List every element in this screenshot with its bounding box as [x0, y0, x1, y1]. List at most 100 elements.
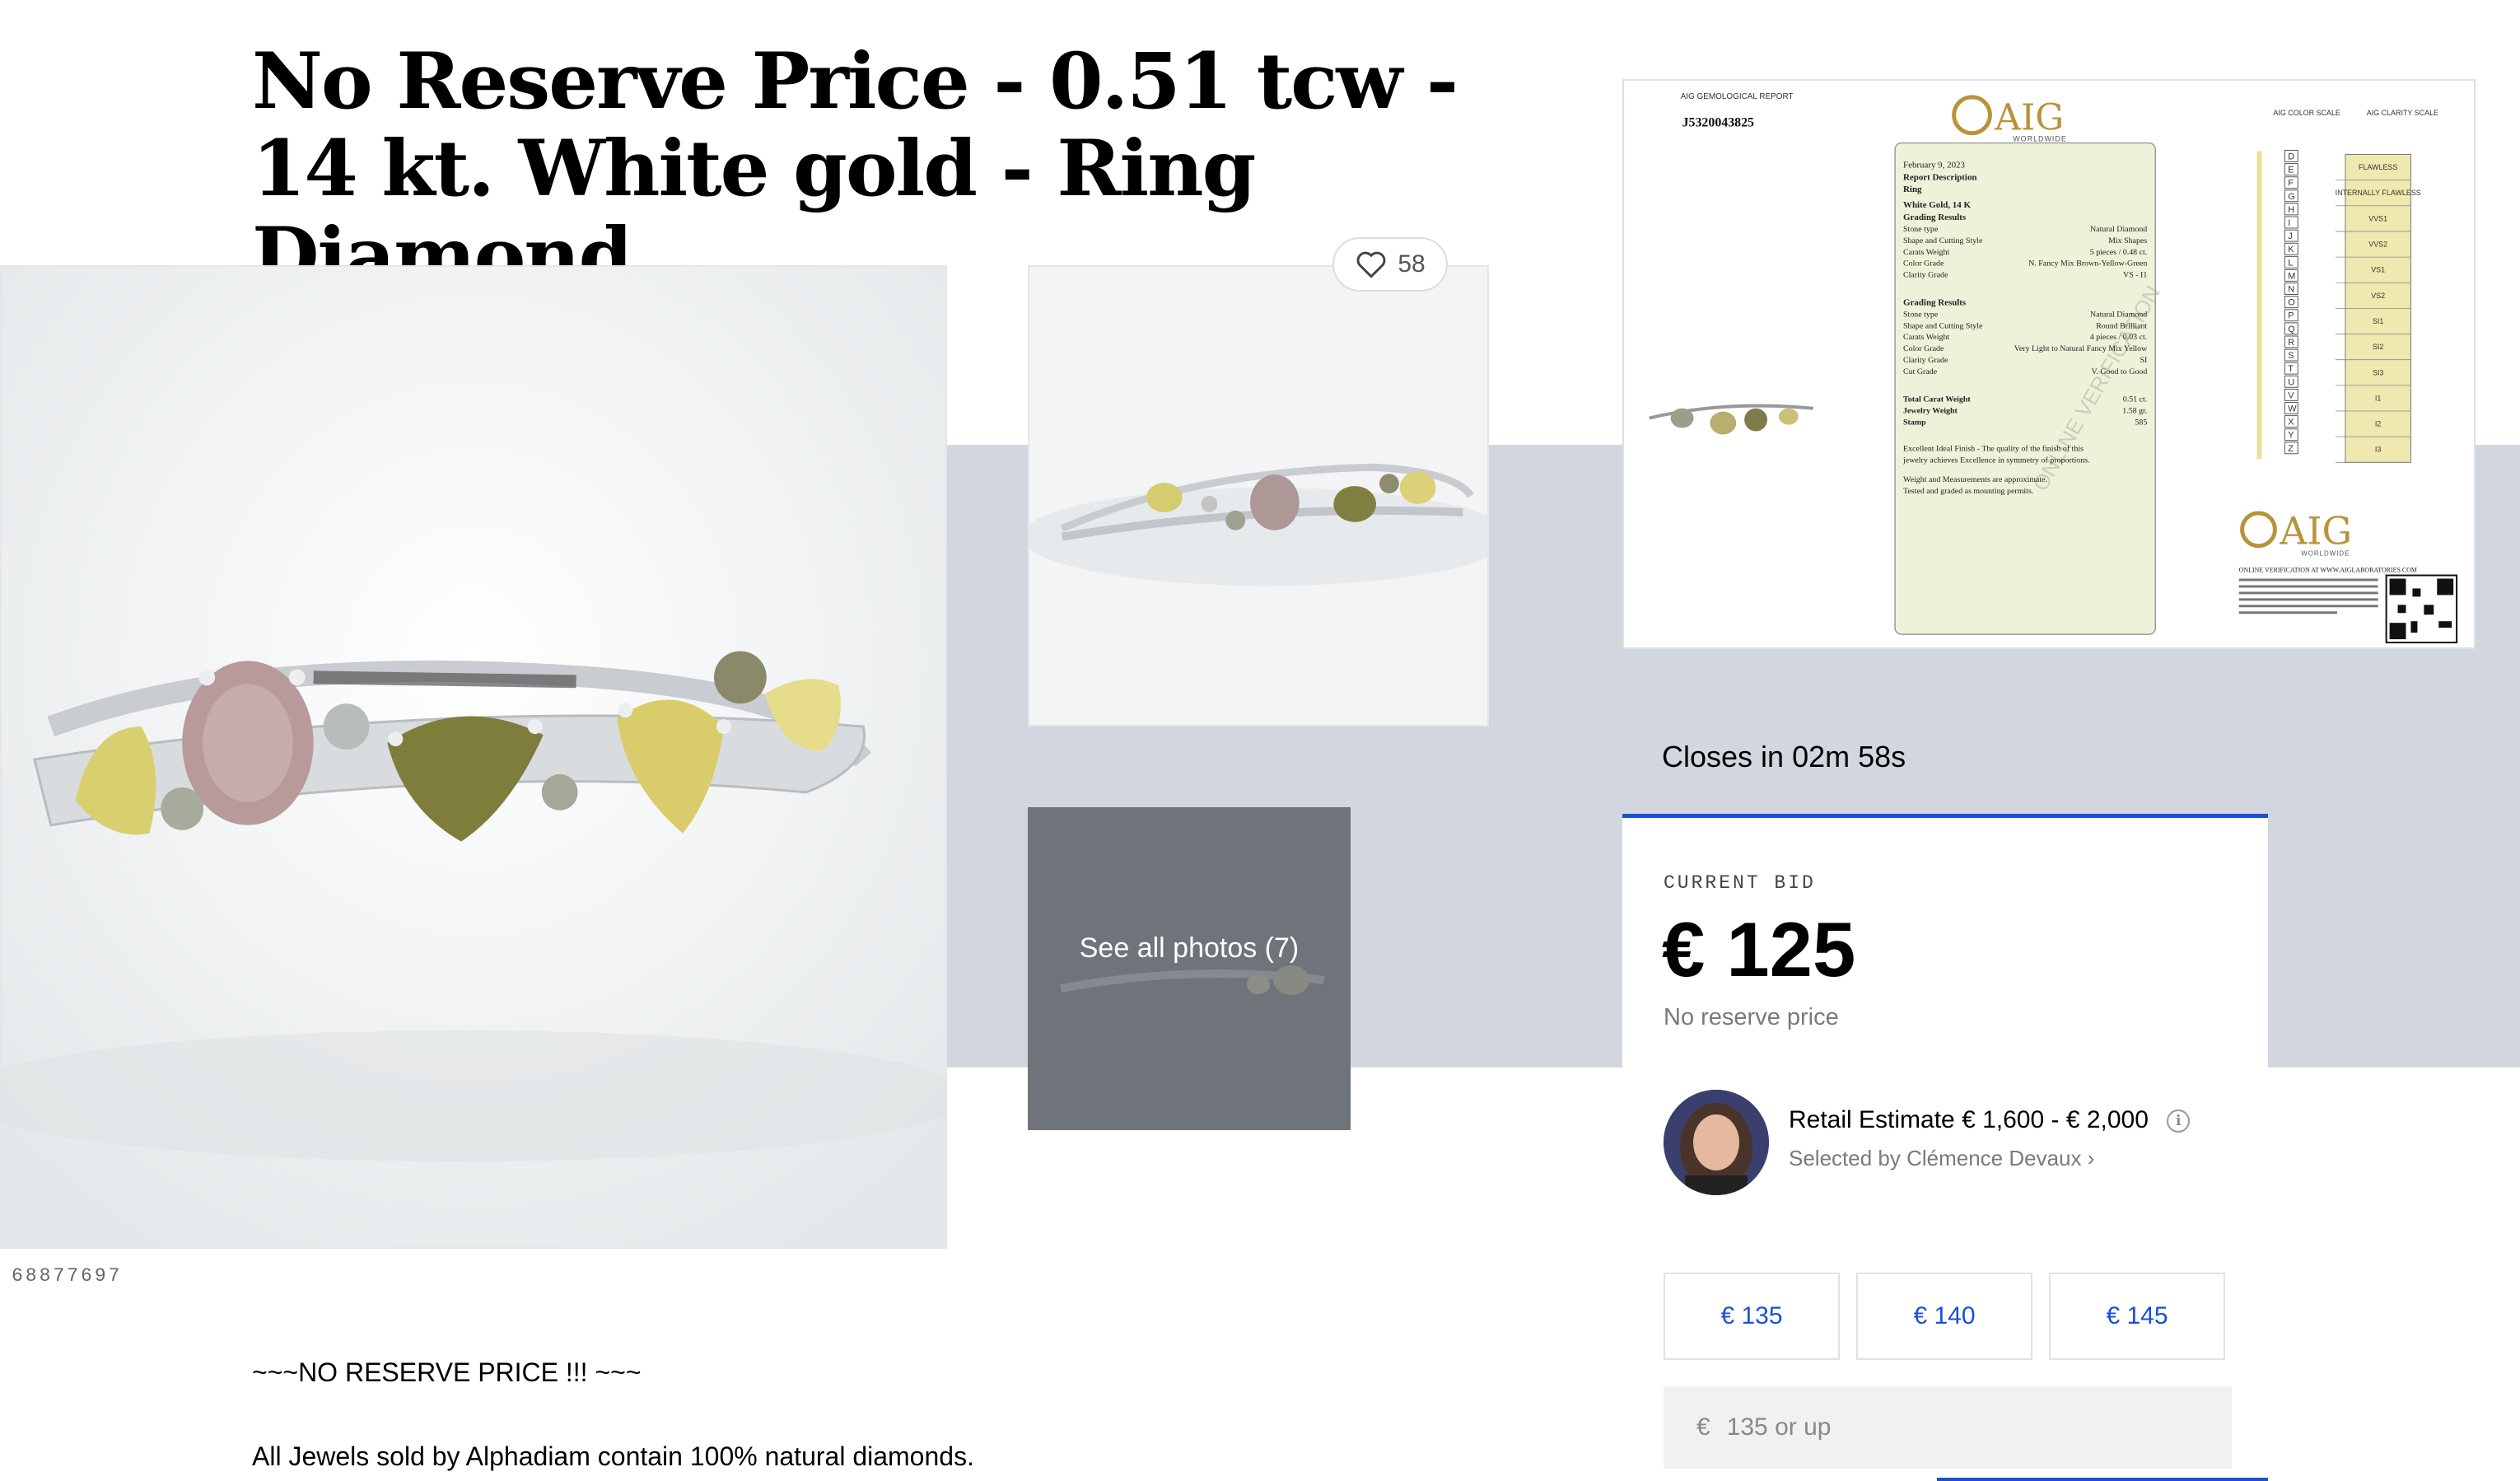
main-photo[interactable]	[0, 265, 947, 1249]
quick-bid-button-3[interactable]: € 145	[2049, 1273, 2225, 1360]
color-scale-grade-J: J	[2288, 231, 2292, 241]
clarity-scale-grade-10: I2	[2375, 420, 2381, 428]
clarity-scale-title: AIG CLARITY SCALE	[2367, 109, 2438, 117]
report-date: February 9, 2023	[1903, 160, 1965, 170]
report-note2-line1: Weight and Measurements are approximate.	[1903, 475, 2047, 484]
see-all-photos-tile[interactable]: See all photos (7)	[1028, 807, 1351, 1130]
color-scale-grade-Y: Y	[2288, 431, 2294, 441]
color-scale-grade-L: L	[2288, 258, 2293, 268]
report-group1-value-0: Natural Diamond	[2090, 225, 2147, 234]
place-bid-button-edge[interactable]	[1937, 1478, 2268, 1481]
color-scale-grade-H: H	[2288, 205, 2294, 215]
current-bid-label: CURRENT BID	[1664, 872, 1816, 894]
quick-bid-button-2[interactable]: € 140	[1856, 1273, 2032, 1360]
color-scale-grade-W: W	[2288, 404, 2297, 413]
clarity-scale-grade-7: SI2	[2373, 343, 2383, 351]
clarity-scale-grade-3: VVS2	[2368, 240, 2387, 248]
color-scale-title: AIG COLOR SCALE	[2273, 109, 2340, 117]
clarity-scale-grade-1: INTERNALLY FLAWLESS	[2336, 189, 2421, 197]
heart-icon	[1356, 251, 1386, 278]
selected-by-link[interactable]: Selected by Clémence Devaux ›	[1789, 1146, 2094, 1171]
retail-estimate: Retail Estimate € 1,600 - € 2,000 i	[1789, 1106, 2191, 1134]
custom-bid-input[interactable]	[1724, 1413, 2140, 1442]
ring-photo-main	[2, 267, 945, 1247]
report-group1-label-3: Color Grade	[1903, 259, 1944, 269]
color-scale-box-I	[2284, 216, 2298, 229]
aig-logo-sub-top: WORLDWIDE	[2013, 135, 2067, 143]
color-scale-grade-F: F	[2288, 179, 2294, 189]
clarity-scale-grade-5: VS2	[2371, 292, 2385, 300]
color-scale-grade-P: P	[2288, 311, 2294, 321]
certificate-image[interactable]: AIG GEMOLOGICAL REPORT J5320043825 AIG W…	[1622, 79, 2476, 649]
color-scale-grade-G: G	[2288, 192, 2295, 202]
color-scale-grade-Q: Q	[2288, 325, 2295, 334]
report-note2-line2: Tested and graded as mounting permits.	[1903, 487, 2033, 496]
report-group1-value-1: Mix Shapes	[2108, 236, 2147, 245]
report-group2-label-2: Carats Weight	[1903, 333, 1949, 342]
expert-avatar	[1664, 1090, 1769, 1195]
report-group2-value-1: Round Brilliant	[2096, 321, 2147, 330]
bid-panel: CURRENT BID € 125 No reserve price Retai…	[1622, 814, 2268, 1481]
report-grading-title-2: Grading Results	[1903, 297, 1966, 307]
report-group2-value-3: Very Light to Natural Fancy Mix Yellow	[2014, 344, 2148, 353]
report-note1-line2: jewelry achieves Excellence in symmetry …	[1902, 456, 2090, 465]
color-scale-grade-V: V	[2288, 390, 2294, 400]
report-number: J5320043825	[1682, 116, 1754, 130]
info-icon[interactable]: i	[2167, 1110, 2191, 1133]
report-note1-line1: Excellent Ideal Finish - The quality of …	[1903, 444, 2084, 453]
description-line-1: ~~~NO RESERVE PRICE !!! ~~~	[252, 1357, 642, 1387]
report-group1-label-4: Clarity Grade	[1903, 271, 1948, 280]
color-scale-grade-Z: Z	[2288, 444, 2294, 454]
color-scale-grade-I: I	[2288, 218, 2290, 228]
report-group1-value-4: VS - I1	[2123, 271, 2147, 280]
report-group1-value-2: 5 pieces / 0.48 ct.	[2090, 248, 2148, 257]
report-description-label: Report Description	[1903, 172, 1976, 182]
aig-logo-top: AIG	[1994, 97, 2064, 139]
closing-countdown: Closes in 02m 58s	[1662, 740, 1906, 773]
report-total-value-2: 585	[2135, 418, 2147, 427]
report-total-label-0: Total Carat Weight	[1903, 395, 1971, 404]
report-total-value-0: 0.51 ct.	[2123, 395, 2148, 404]
color-scale-grade-N: N	[2288, 285, 2294, 295]
favorite-button[interactable]: 58	[1332, 237, 1448, 292]
color-scale-grade-D: D	[2288, 152, 2294, 161]
report-total-label-2: Stamp	[1903, 418, 1926, 427]
report-group1-value-3: N. Fancy Mix Brown-Yellow-Green	[2028, 259, 2147, 269]
report-header: AIG GEMOLOGICAL REPORT	[1681, 92, 1794, 101]
report-metal: White Gold, 14 K	[1903, 200, 1971, 210]
description-line-2: All Jewels sold by Alphadiam contain 100…	[252, 1441, 974, 1471]
color-scale-grade-X: X	[2288, 418, 2294, 427]
clarity-scale-grade-4: VS1	[2371, 266, 2385, 274]
aig-logo-bottom: AIG	[2279, 510, 2352, 554]
clarity-scale-grade-6: SI1	[2373, 317, 2383, 325]
report-group2-value-4: SI	[2140, 356, 2147, 365]
ring-photo-thumb	[1029, 267, 1487, 725]
report-group2-label-0: Stone type	[1903, 310, 1939, 319]
thumbnail-photo[interactable]	[1028, 265, 1489, 726]
custom-bid-field[interactable]: €	[1664, 1386, 2232, 1469]
report-group1-label-2: Carats Weight	[1903, 248, 1949, 257]
color-scale-grade-M: M	[2288, 271, 2295, 281]
color-scale-bar	[2256, 151, 2262, 460]
report-grading-title-1: Grading Results	[1903, 213, 1966, 222]
aig-logo-sub-bottom: WORLDWIDE	[2301, 550, 2350, 558]
color-scale-grade-K: K	[2288, 245, 2294, 255]
reserve-note: No reserve price	[1664, 1004, 1839, 1030]
clarity-scale-grade-11: I3	[2375, 446, 2381, 454]
favorite-count: 58	[1398, 250, 1426, 278]
online-verification-text: ONLINE VERIFICATION AT WWW.AIGLABORATORI…	[2239, 567, 2417, 574]
report-group2-label-3: Color Grade	[1903, 344, 1944, 353]
retail-estimate-text: Retail Estimate € 1,600 - € 2,000	[1789, 1106, 2149, 1133]
clarity-scale-grade-8: SI3	[2373, 368, 2383, 376]
report-group1-label-0: Stone type	[1903, 225, 1939, 234]
report-group2-value-5: V. Good to Good	[2092, 367, 2148, 376]
clarity-scale-grade-9: I1	[2375, 394, 2381, 402]
clarity-scale-grade-0: FLAWLESS	[2359, 163, 2397, 171]
color-scale-grade-O: O	[2288, 298, 2295, 308]
qr-code	[2385, 574, 2458, 644]
report-item: Ring	[1903, 185, 1922, 194]
ring-photo-blurred	[1028, 807, 1351, 1130]
report-group1-label-1: Shape and Cutting Style	[1903, 236, 1983, 245]
report-group2-label-1: Shape and Cutting Style	[1903, 321, 1983, 330]
quick-bid-button-1[interactable]: € 135	[1664, 1273, 1840, 1360]
